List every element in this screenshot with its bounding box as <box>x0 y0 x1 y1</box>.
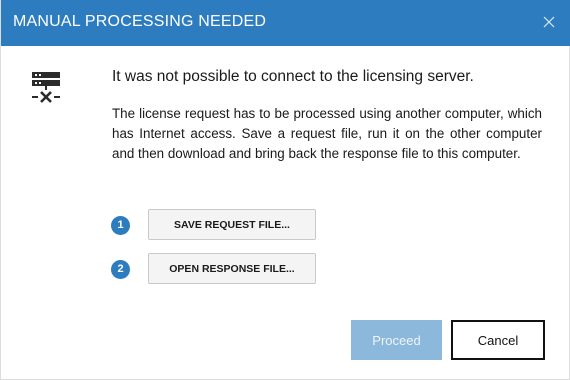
manual-processing-dialog: MANUAL PROCESSING NEEDED It was not poss… <box>0 0 570 380</box>
error-heading: It was not possible to connect to the li… <box>112 68 474 85</box>
title-bar: MANUAL PROCESSING NEEDED <box>1 0 570 46</box>
close-icon[interactable] <box>537 10 561 34</box>
step-save-request: 1 SAVE REQUEST FILE... <box>111 209 321 241</box>
step-number-badge: 2 <box>111 260 130 279</box>
cancel-button[interactable]: Cancel <box>451 320 545 360</box>
step-open-response: 2 OPEN RESPONSE FILE... <box>111 253 321 285</box>
instructions-text: The license request has to be processed … <box>112 106 542 161</box>
save-request-file-button[interactable]: SAVE REQUEST FILE... <box>148 209 316 240</box>
step-number-badge: 1 <box>111 216 130 235</box>
open-response-file-button[interactable]: OPEN RESPONSE FILE... <box>148 253 316 284</box>
proceed-button[interactable]: Proceed <box>351 320 442 360</box>
dialog-title: MANUAL PROCESSING NEEDED <box>13 13 267 30</box>
server-disconnected-icon <box>32 72 60 103</box>
